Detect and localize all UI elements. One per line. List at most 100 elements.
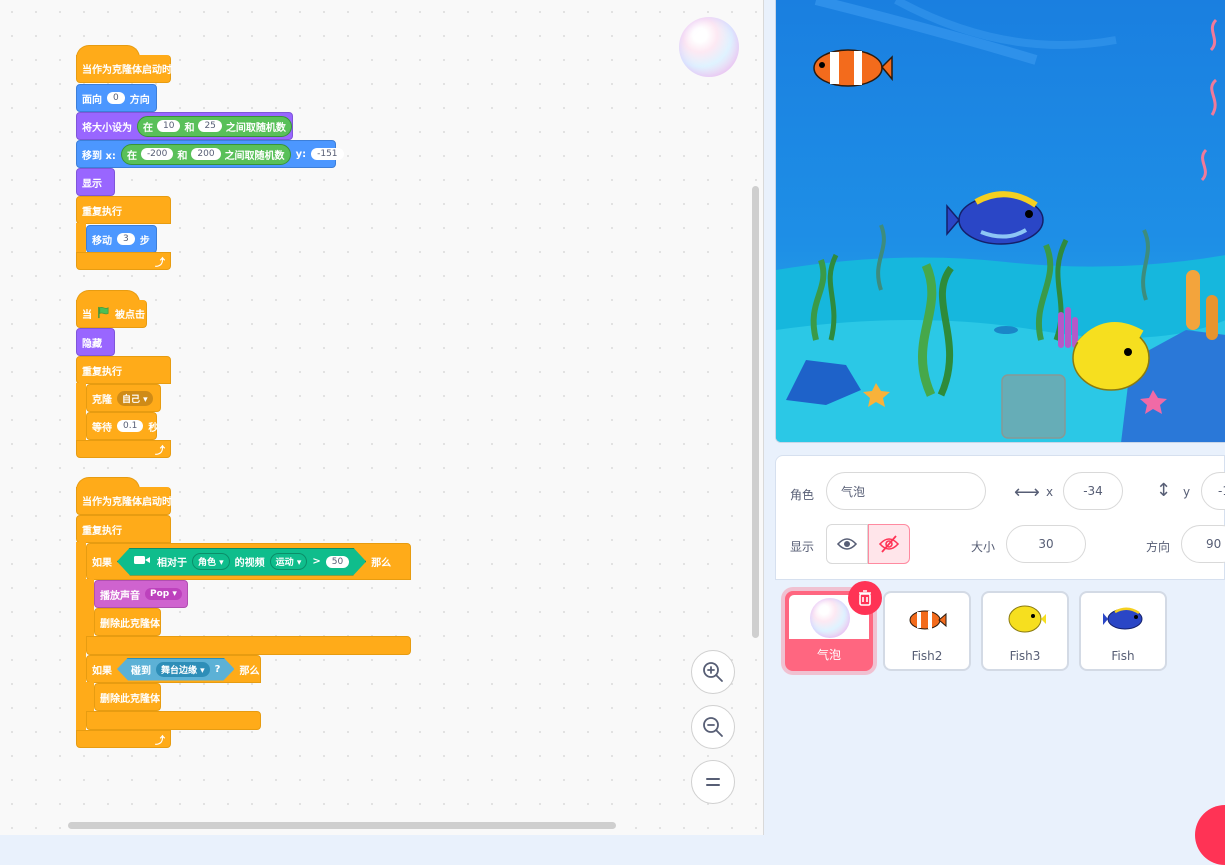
clone-target-dropdown[interactable]: 自己 ▾ (117, 390, 153, 406)
forever-bottom: ⤴ (76, 730, 171, 748)
forever-block[interactable]: 重复执行 (76, 356, 171, 384)
y-input[interactable]: -151 (311, 148, 344, 160)
when-i-start-as-clone-hat-block[interactable]: 当作为克隆体启动时 (76, 55, 172, 83)
forever-arm (76, 542, 86, 734)
y-value: -1 (1218, 484, 1225, 498)
show-sprite-button[interactable] (826, 524, 868, 564)
block-text: 移到 x: (82, 150, 116, 162)
show-label: 显示 (790, 540, 815, 554)
if-then-block[interactable]: 如果 相对于 角色 ▾ 的视频 运动 ▾ > 50 那么 (86, 543, 411, 580)
add-sprite-button[interactable] (1195, 805, 1225, 865)
block-text: 之间取随机数 (225, 122, 286, 134)
sprite-tile-fish2[interactable]: Fish2 (883, 591, 971, 671)
zoom-out-button[interactable] (691, 705, 735, 749)
when-flag-clicked-hat-block[interactable]: 当 被点击 (76, 300, 147, 328)
vertical-arrows-icon: ↕ (1156, 480, 1172, 501)
go-to-xy-block[interactable]: 移到 x: 在 -200 和 200 之间取随机数 y: -151 (76, 140, 344, 168)
video-attribute-dropdown[interactable]: 运动 ▾ (270, 553, 308, 570)
direction-input[interactable]: 0 (107, 92, 125, 104)
block-text: 重复执行 (82, 525, 122, 537)
video-target-dropdown[interactable]: 角色 ▾ (192, 553, 230, 570)
size-value: 30 (1038, 537, 1054, 551)
if-arm (86, 579, 94, 637)
play-sound-block[interactable]: 播放声音 Pop ▾ (94, 580, 188, 608)
steps-input[interactable]: 3 (117, 233, 135, 245)
if-arm (86, 682, 94, 712)
touching-condition[interactable]: 碰到 舞台边缘 ▾ ? (117, 658, 234, 681)
show-block[interactable]: 显示 (76, 168, 115, 196)
threshold-input[interactable]: 50 (326, 556, 349, 568)
x-field[interactable]: -34 (1063, 472, 1123, 510)
green-flag-icon (97, 306, 110, 322)
block-text: ? (214, 664, 221, 675)
sprite-tile-fish3[interactable]: Fish3 (981, 591, 1069, 671)
block-text: 隐藏 (82, 338, 102, 350)
set-size-block[interactable]: 将大小设为 在 10 和 25 之间取随机数 (76, 112, 293, 140)
when-i-start-as-clone-hat-block[interactable]: 当作为克隆体启动时 (76, 487, 172, 515)
forever-block[interactable]: 重复执行 (76, 515, 171, 543)
seconds-input[interactable]: 0.1 (117, 420, 144, 432)
block-text: 当作为克隆体启动时 (82, 65, 172, 76)
hide-sprite-button[interactable] (868, 524, 910, 564)
code-workspace[interactable]: 当作为克隆体启动时 面向 0 方向 将大小设为 在 10 和 25 之间取随机数… (0, 0, 764, 835)
random-from-input[interactable]: -200 (140, 148, 174, 160)
block-text: 重复执行 (82, 206, 122, 218)
horizontal-scrollbar[interactable] (68, 822, 616, 829)
block-text: 的视频 (234, 558, 265, 569)
random-from-input[interactable]: 10 (157, 120, 181, 132)
forever-arm (76, 223, 86, 253)
sprite-label: 角色 (790, 488, 815, 502)
size-field[interactable]: 30 (1006, 525, 1086, 563)
direction-value: 90 (1206, 537, 1222, 551)
create-clone-block[interactable]: 克隆 自己 ▾ (86, 384, 161, 412)
touching-target-dropdown[interactable]: 舞台边缘 ▾ (156, 662, 210, 677)
delete-this-clone-block[interactable]: 删除此克隆体 (94, 608, 161, 636)
pick-random-reporter[interactable]: 在 10 和 25 之间取随机数 (137, 115, 292, 137)
block-text: 和 (177, 150, 188, 162)
if-then-block[interactable]: 如果 碰到 舞台边缘 ▾ ? 那么 (86, 655, 261, 683)
y-field[interactable]: -1 (1201, 472, 1225, 510)
clownfish-thumbnail (909, 610, 947, 630)
sprite-name-field[interactable]: 气泡 (826, 472, 986, 510)
stage[interactable] (775, 0, 1225, 443)
vertical-scrollbar[interactable] (752, 186, 759, 638)
pick-random-reporter[interactable]: 在 -200 和 200 之间取随机数 (120, 143, 291, 165)
forever-arm (76, 383, 86, 441)
block-text: 方向 (129, 94, 150, 106)
wait-block[interactable]: 等待 0.1 秒 (86, 412, 158, 440)
video-motion-comparison[interactable]: 相对于 角色 ▾ 的视频 运动 ▾ > 50 (117, 548, 366, 576)
hide-block[interactable]: 隐藏 (76, 328, 115, 356)
sprite-info-panel: 角色 气泡 ⟷ x -34 ↕ y -1 显示 大小 30 方向 90 (775, 455, 1225, 580)
delete-this-clone-block[interactable]: 删除此克隆体 (94, 683, 161, 711)
x-value: -34 (1083, 484, 1103, 498)
sprite-name-value: 气泡 (841, 484, 866, 499)
sprite-name: Fish (1111, 649, 1135, 663)
sound-dropdown[interactable]: Pop ▾ (145, 588, 182, 600)
block-text: 步 (139, 235, 150, 247)
sprite-name: 气泡 (816, 648, 841, 662)
block-text: 相对于 (157, 558, 187, 569)
loop-arrow-icon: ⤴ (155, 257, 165, 269)
block-text: 在 (126, 150, 137, 162)
delete-sprite-button[interactable] (848, 581, 882, 615)
sprite-name: Fish2 (911, 649, 943, 663)
move-steps-block[interactable]: 移动 3 步 (86, 225, 157, 253)
random-to-input[interactable]: 200 (191, 148, 221, 160)
dropdown-value: 角色 (198, 558, 217, 568)
block-text: 那么 (371, 558, 392, 569)
block-text: 移动 (92, 235, 112, 247)
block-text: y: (295, 148, 307, 160)
random-to-input[interactable]: 25 (198, 120, 222, 132)
block-text: 面向 (82, 94, 102, 106)
point-in-direction-block[interactable]: 面向 0 方向 (76, 84, 157, 112)
block-text: 将大小设为 (82, 122, 132, 134)
zoom-in-button[interactable] (691, 650, 735, 694)
block-text: 当作为克隆体启动时 (82, 497, 172, 508)
direction-field[interactable]: 90 (1181, 525, 1225, 563)
zoom-reset-button[interactable] (691, 760, 735, 804)
sprite-tile-fish[interactable]: Fish (1079, 591, 1167, 671)
block-text: 碰到 (131, 666, 151, 677)
block-text: 显示 (82, 178, 102, 190)
forever-block[interactable]: 重复执行 (76, 196, 171, 224)
zoom-reset-icon (706, 778, 720, 786)
